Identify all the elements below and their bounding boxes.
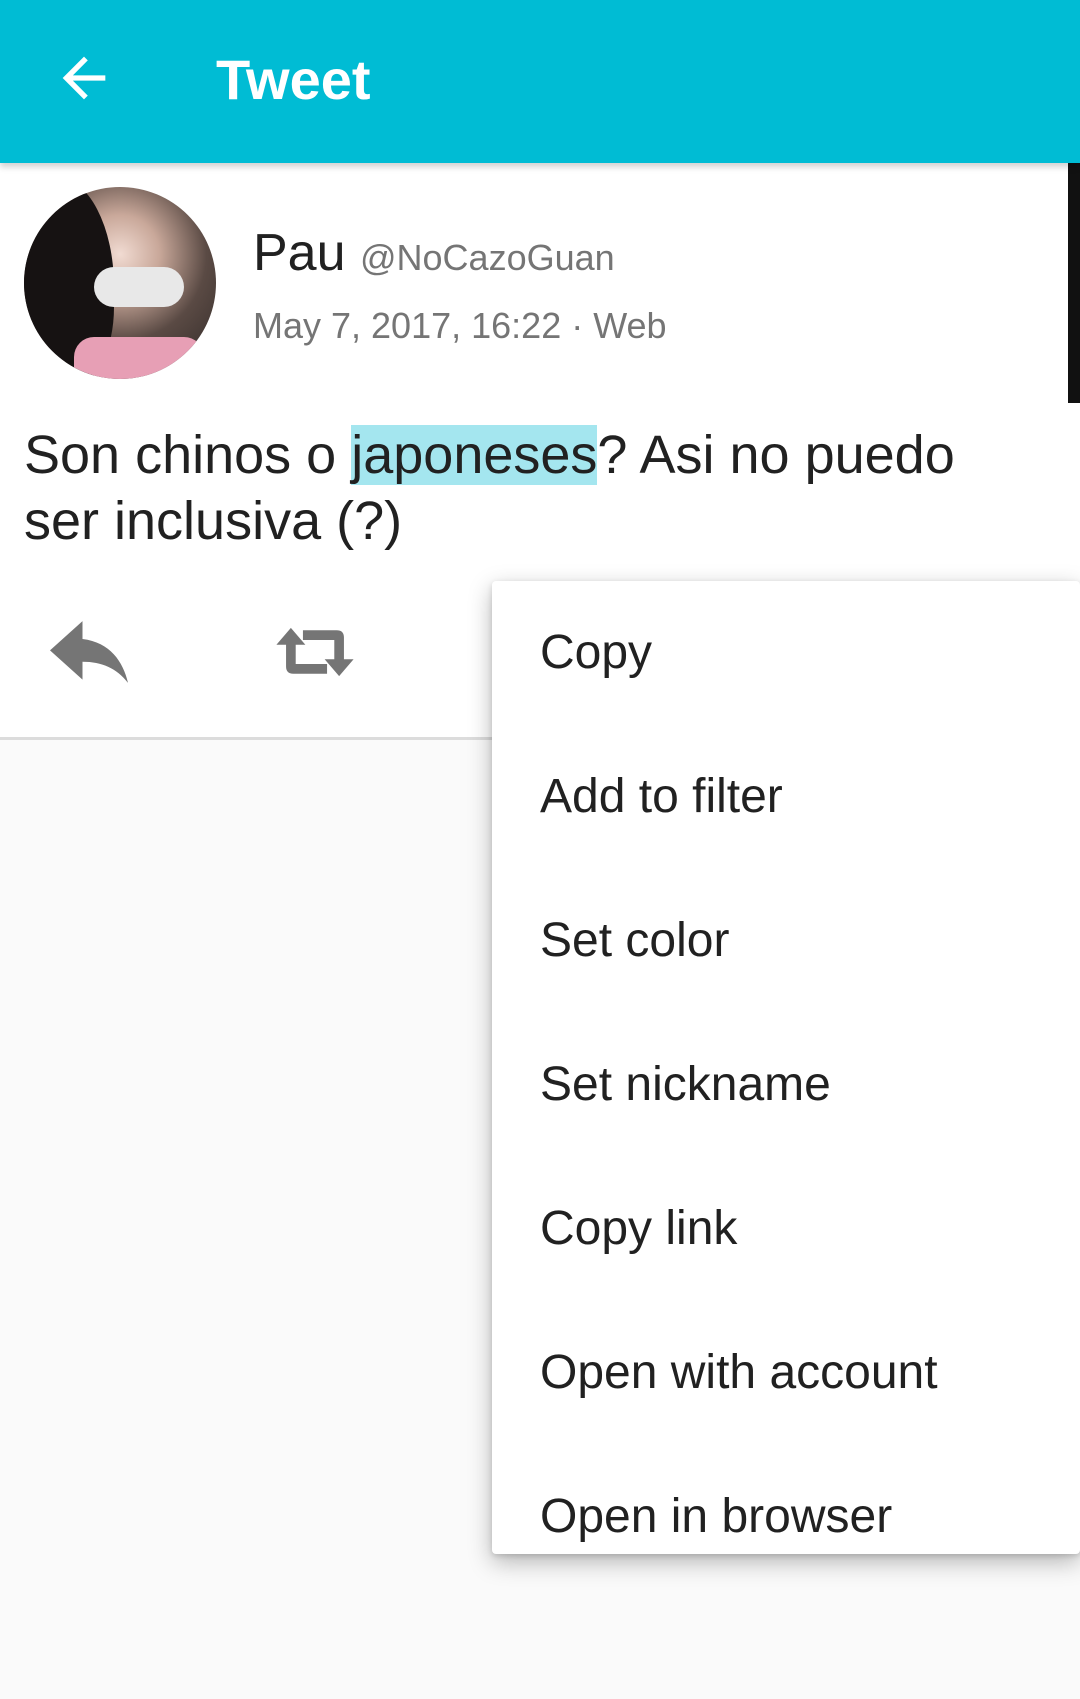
menu-item-set-color[interactable]: Set color — [492, 869, 1080, 1013]
menu-item-set-nickname[interactable]: Set nickname — [492, 1013, 1080, 1157]
arrow-left-icon[interactable] — [52, 46, 116, 110]
menu-item-open-in-browser[interactable]: Open in browser — [492, 1445, 1080, 1554]
avatar[interactable] — [24, 187, 216, 379]
avatar-clothing-shape — [94, 267, 184, 307]
tweet-text-before: Son chinos o — [24, 425, 352, 485]
page-title: Tweet — [216, 48, 371, 111]
retweet-icon[interactable] — [274, 623, 356, 681]
user-name-line: Pau @NoCazoGuan — [253, 223, 615, 283]
menu-item-copy[interactable]: Copy — [492, 581, 1080, 725]
menu-item-label: Open with account — [540, 1346, 938, 1399]
menu-item-label: Set color — [540, 914, 730, 967]
scroll-indicator — [1068, 163, 1080, 403]
menu-item-label: Add to filter — [540, 770, 783, 823]
menu-item-label: Open in browser — [540, 1490, 893, 1543]
avatar-skirt-shape — [74, 337, 204, 379]
menu-item-label: Copy — [540, 626, 653, 679]
user-handle[interactable]: @NoCazoGuan — [360, 237, 615, 278]
menu-item-label: Copy link — [540, 1202, 738, 1255]
menu-item-label: Set nickname — [540, 1058, 831, 1111]
tweet-text[interactable]: Son chinos o japoneses? Asi no puedo ser… — [24, 422, 1044, 554]
tweet-timestamp: May 7, 2017, 16:22 · Web — [253, 305, 667, 346]
tweet-text-selected[interactable]: japoneses — [351, 425, 598, 485]
app-bar: Tweet — [0, 0, 1080, 163]
reply-icon[interactable] — [50, 621, 128, 683]
menu-item-open-with-account[interactable]: Open with account — [492, 1301, 1080, 1445]
user-name[interactable]: Pau — [253, 224, 346, 282]
context-menu: Copy Add to filter Set color Set nicknam… — [492, 581, 1080, 1554]
menu-item-copy-link[interactable]: Copy link — [492, 1157, 1080, 1301]
menu-item-add-to-filter[interactable]: Add to filter — [492, 725, 1080, 869]
